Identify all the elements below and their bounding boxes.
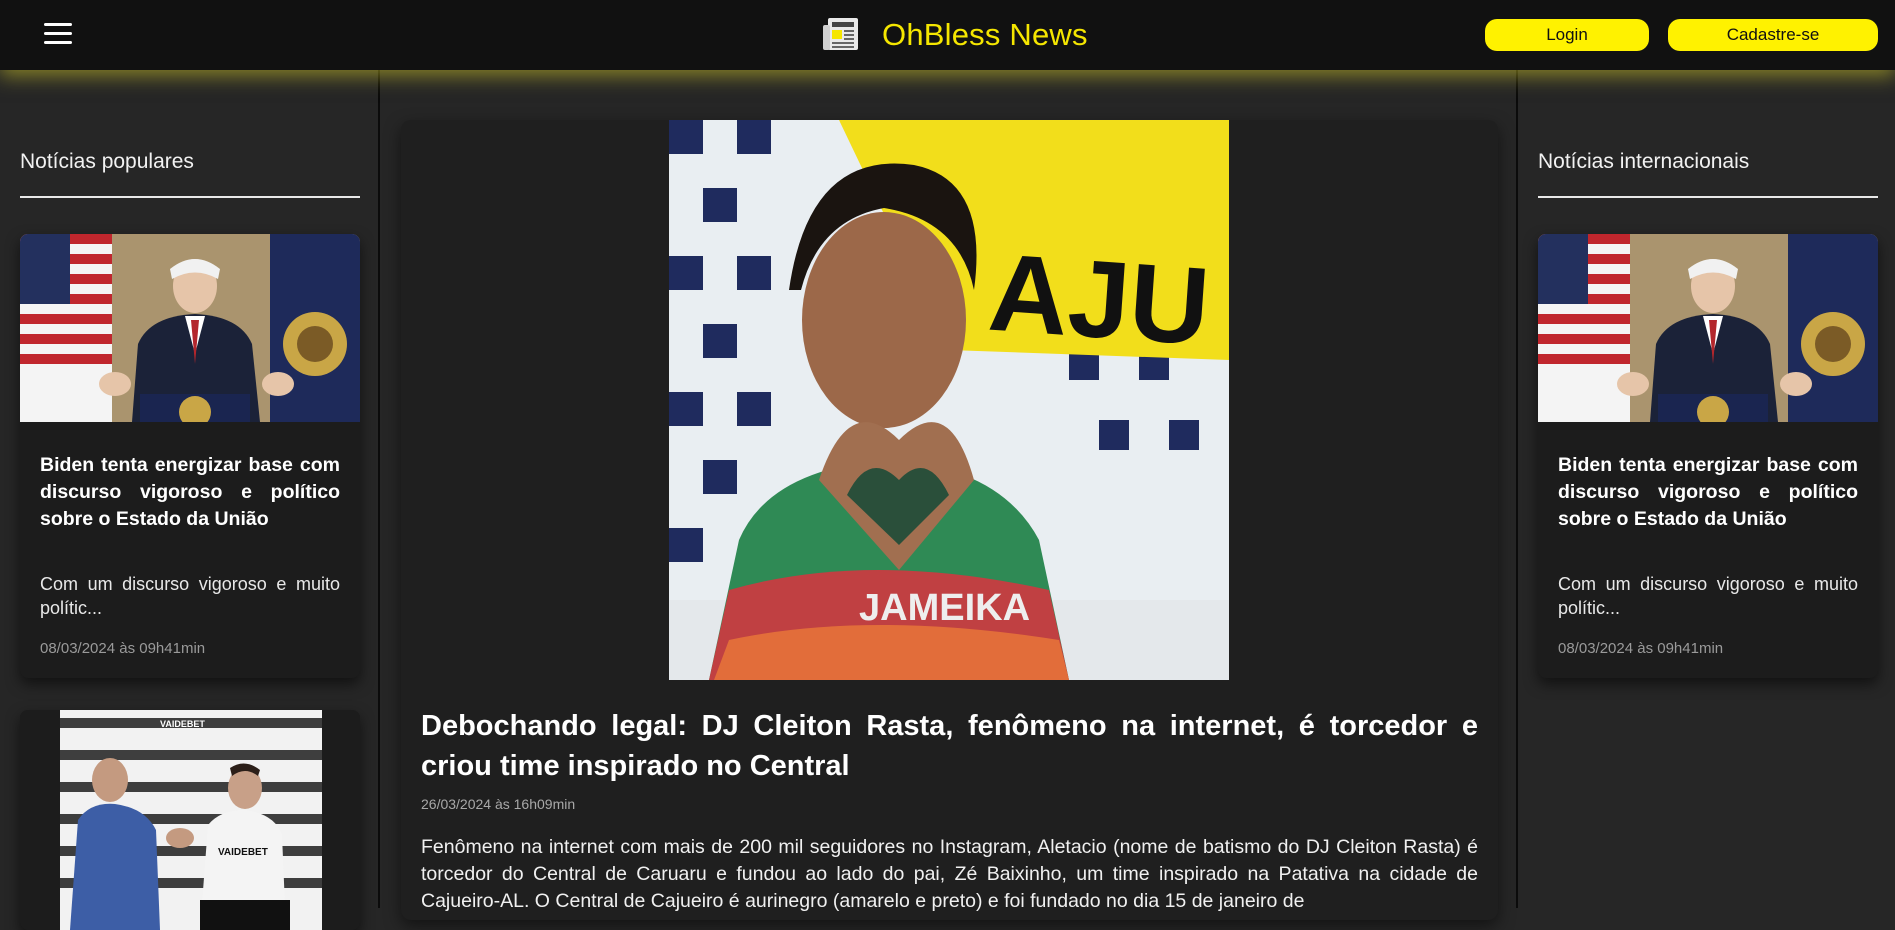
brand-logo[interactable]: OhBless News xyxy=(822,14,1088,56)
shirt-text: JAMEIKA xyxy=(859,587,1030,629)
news-card[interactable]: Biden tenta energizar base com discurso … xyxy=(1538,234,1878,678)
news-card-date: 08/03/2024 às 09h41min xyxy=(1558,640,1724,657)
signup-button[interactable]: Cadastre-se xyxy=(1668,19,1878,51)
news-card-title: Biden tenta energizar base com discurso … xyxy=(40,454,340,530)
top-navbar: OhBless News Login Cadastre-se xyxy=(0,0,1895,70)
article-date: 26/03/2024 às 16h09min xyxy=(421,796,576,812)
article-hero-image: AJU JAMEIKA xyxy=(669,120,1229,680)
article-body: Fenômeno na internet com mais de 200 mil… xyxy=(421,836,1478,912)
menu-icon[interactable] xyxy=(44,23,72,45)
news-card-image: VAIDEBET VAIDEBET xyxy=(20,710,360,930)
news-card-date: 08/03/2024 às 09h41min xyxy=(40,640,206,657)
backdrop-text: VAIDEBET xyxy=(160,719,205,729)
shirt-sponsor-text: VAIDEBET xyxy=(218,847,268,858)
login-button[interactable]: Login xyxy=(1485,19,1649,51)
section-divider xyxy=(1538,196,1878,198)
news-card[interactable]: Biden tenta energizar base com discurso … xyxy=(20,234,360,678)
section-title-popular: Notícias populares xyxy=(20,150,194,173)
newspaper-icon xyxy=(823,18,858,50)
news-card-excerpt: Com um discurso vigoroso e muito polític… xyxy=(40,574,340,618)
section-title-international: Notícias internacionais xyxy=(1538,150,1750,173)
news-card-image xyxy=(20,234,360,422)
international-news-sidebar: Notícias internacionais Biden tenta ener… xyxy=(1516,70,1895,908)
article-title[interactable]: Debochando legal: DJ Cleiton Rasta, fenô… xyxy=(421,706,1478,786)
section-divider xyxy=(20,196,360,198)
popular-news-sidebar: Notícias populares Biden tenta energizar… xyxy=(0,70,380,930)
news-card-image xyxy=(1538,234,1878,422)
banner-text: AJU xyxy=(985,231,1213,369)
featured-article[interactable]: AJU JAMEIKA Debochando legal: DJ Cleiton… xyxy=(401,120,1498,920)
site-title: OhBless News xyxy=(882,17,1088,52)
news-card-title: Biden tenta energizar base com discurso … xyxy=(1558,454,1858,530)
news-card-excerpt: Com um discurso vigoroso e muito polític… xyxy=(1558,574,1858,618)
news-card[interactable]: VAIDEBET VAIDEBET xyxy=(20,710,360,930)
